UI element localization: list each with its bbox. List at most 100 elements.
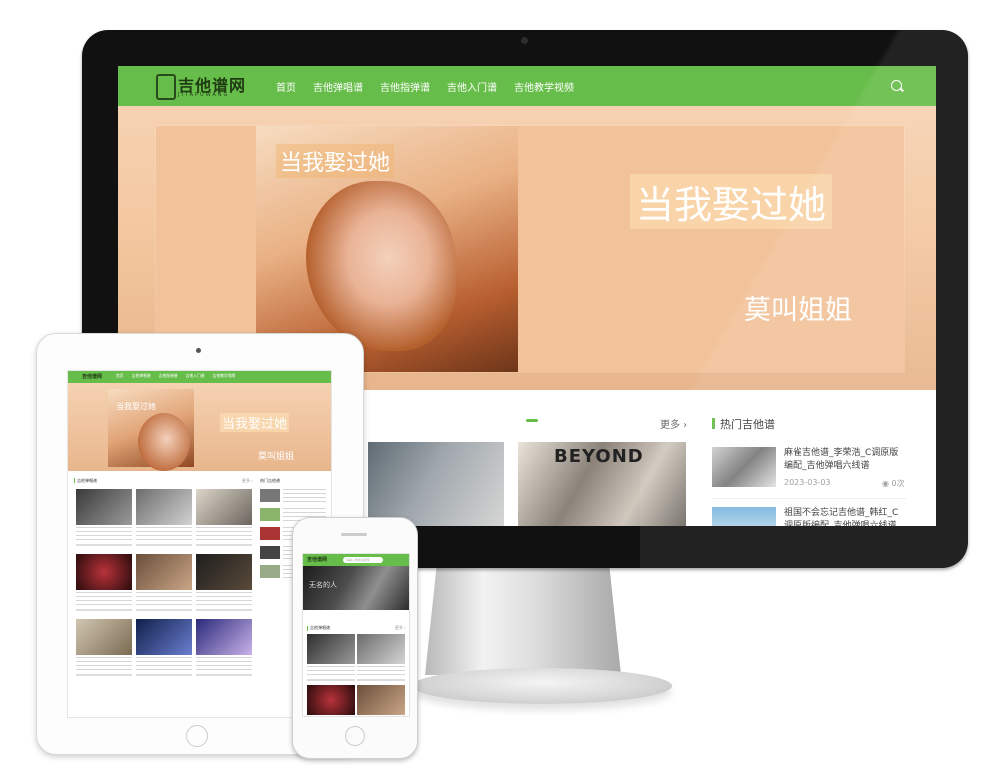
tablet-camera: [196, 348, 201, 353]
song-card[interactable]: [136, 619, 192, 681]
site-logo[interactable]: 吉他谱网: [307, 556, 327, 563]
more-link[interactable]: 更多 ›: [242, 478, 253, 484]
song-card[interactable]: [196, 489, 252, 551]
banner-title: 无名的人: [309, 581, 337, 589]
hot-thumbnail[interactable]: [260, 565, 280, 578]
monitor-stand: [425, 565, 621, 675]
song-card[interactable]: [76, 554, 132, 616]
song-title[interactable]: [196, 592, 252, 606]
site-logo[interactable]: 吉他谱网: [82, 373, 102, 380]
song-thumbnail[interactable]: [76, 619, 132, 655]
hot-thumbnail[interactable]: [260, 546, 280, 559]
song-title[interactable]: [196, 657, 252, 671]
hot-tabs-heading: 热门吉他谱: [720, 418, 775, 431]
carousel-dots[interactable]: [516, 419, 538, 422]
tablet-menu: 首页 吉他弹唱谱 吉他指弹谱 吉他入门谱 吉他教学视频: [116, 373, 235, 379]
nav-fingerstyle-tabs[interactable]: 吉他指弹谱: [159, 373, 178, 379]
hot-thumbnail[interactable]: [260, 489, 280, 502]
song-thumbnail[interactable]: [196, 619, 252, 655]
phone-speaker: [341, 533, 367, 536]
hot-item-thumbnail[interactable]: [712, 507, 776, 526]
nav-fingerstyle-tabs[interactable]: 吉他指弹谱: [380, 79, 430, 94]
song-thumbnail[interactable]: [357, 634, 405, 664]
song-thumbnail[interactable]: [136, 554, 192, 590]
phone-screen: 吉他谱网 请输入搜索关键字 无名的人 吉他弹唱谱 更多 ›: [302, 553, 410, 717]
monitor-camera: [521, 37, 528, 44]
nav-strumming-tabs[interactable]: 吉他弹唱谱: [313, 79, 363, 94]
hot-thumbnail[interactable]: [260, 508, 280, 521]
more-link[interactable]: 更多 ›: [395, 625, 406, 631]
song-thumbnail[interactable]: [76, 554, 132, 590]
banner-title: 当我娶过她: [220, 413, 290, 432]
song-title[interactable]: [76, 657, 132, 671]
song-meta: [196, 674, 252, 676]
song-card[interactable]: [136, 489, 192, 551]
nav-beginner-tabs[interactable]: 吉他入门谱: [186, 373, 205, 379]
song-meta: [136, 674, 192, 676]
song-grid: [76, 489, 256, 681]
song-card[interactable]: [136, 554, 192, 616]
song-meta: [76, 674, 132, 676]
song-card-image-beyond[interactable]: BEYOND: [518, 442, 686, 526]
song-thumbnail[interactable]: [136, 489, 192, 525]
song-card[interactable]: [357, 634, 405, 681]
song-meta: [136, 609, 192, 611]
song-title[interactable]: [136, 527, 192, 541]
song-thumbnail[interactable]: [196, 489, 252, 525]
song-title[interactable]: [136, 657, 192, 671]
nav-home[interactable]: 首页: [276, 79, 296, 94]
banner-artist: 莫叫姐姐: [258, 452, 295, 462]
song-thumbnail[interactable]: [76, 489, 132, 525]
nav-lesson-videos[interactable]: 吉他教学视频: [213, 373, 236, 379]
hot-item-thumbnail[interactable]: [712, 447, 776, 487]
song-title[interactable]: [76, 592, 132, 606]
nav-strumming-tabs[interactable]: 吉他弹唱谱: [132, 373, 151, 379]
song-card[interactable]: [307, 634, 355, 681]
song-card[interactable]: [76, 619, 132, 681]
search-icon[interactable]: [891, 80, 902, 91]
hot-item-title[interactable]: 麻雀吉他谱_李荣浩_C调原版编配_吉他弹唱六线谱: [784, 447, 906, 473]
song-card[interactable]: [196, 619, 252, 681]
song-meta: [76, 544, 132, 546]
song-title[interactable]: [136, 592, 192, 606]
song-thumbnail[interactable]: [307, 634, 355, 664]
site-logo-subtitle: JITAPUWANG: [178, 92, 230, 98]
song-meta: [357, 679, 405, 681]
side-heading: 热门吉他谱: [260, 478, 280, 483]
nav-home[interactable]: 首页: [116, 373, 124, 379]
hot-title[interactable]: [283, 489, 326, 502]
search-input[interactable]: 请输入搜索关键字: [343, 557, 383, 563]
song-thumbnail[interactable]: [196, 554, 252, 590]
tablet-home-button: [186, 725, 208, 747]
song-thumbnail[interactable]: [136, 619, 192, 655]
card-image-text: BEYOND: [554, 446, 644, 467]
view-count: 0次: [891, 479, 905, 488]
nav-lesson-videos[interactable]: 吉他教学视频: [514, 79, 574, 94]
song-meta: [196, 609, 252, 611]
hot-thumbnail[interactable]: [260, 527, 280, 540]
song-card-image[interactable]: [368, 442, 504, 526]
song-card[interactable]: [307, 685, 355, 715]
hot-item[interactable]: [260, 489, 326, 502]
carousel-dot[interactable]: [516, 419, 522, 422]
song-card[interactable]: [357, 685, 405, 715]
section-accent-bar: [307, 626, 308, 631]
hero-banner[interactable]: 当我娶过她 当我娶过她 莫叫姐姐: [68, 383, 331, 471]
song-thumbnail[interactable]: [357, 685, 405, 715]
hot-item-title[interactable]: 祖国不会忘记吉他谱_韩红_C调原版编配_吉他弹唱六线谱: [784, 507, 906, 526]
artist-portrait: [138, 413, 190, 471]
song-title[interactable]: [196, 527, 252, 541]
nav-beginner-tabs[interactable]: 吉他入门谱: [447, 79, 497, 94]
song-thumbnail[interactable]: [307, 685, 355, 715]
section-accent-bar: [712, 418, 715, 429]
section-accent-bar: [74, 478, 75, 483]
song-title[interactable]: [357, 666, 405, 676]
song-title[interactable]: [76, 527, 132, 541]
carousel-dot-active[interactable]: [526, 419, 538, 422]
song-card[interactable]: [196, 554, 252, 616]
guitar-logo-icon[interactable]: [156, 74, 176, 100]
song-card[interactable]: [76, 489, 132, 551]
more-link[interactable]: 更多 ›: [660, 416, 687, 431]
desktop-menu: 首页 吉他弹唱谱 吉他指弹谱 吉他入门谱 吉他教学视频: [276, 66, 574, 106]
song-title[interactable]: [307, 666, 355, 676]
